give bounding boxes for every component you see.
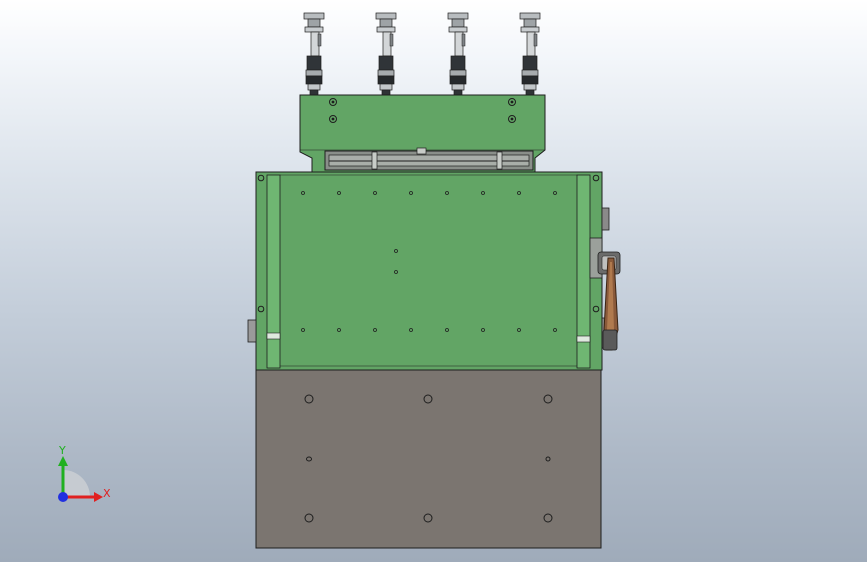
- y-axis-label: Y: [58, 444, 66, 457]
- main-frame: [247, 171, 610, 371]
- valve-assembly: [447, 12, 469, 96]
- x-axis-label: X: [103, 487, 111, 500]
- cad-model-view[interactable]: Y X: [0, 0, 867, 562]
- valve-assembly: [375, 12, 397, 96]
- triad-plane-icon: [63, 470, 90, 497]
- y-arrow-icon: [58, 456, 68, 466]
- 3d-viewport[interactable]: Y X: [0, 0, 867, 562]
- x-arrow-icon: [94, 492, 103, 502]
- top-plate: [299, 94, 546, 173]
- valve-assembly: [519, 12, 541, 96]
- valve-assembly: [303, 12, 325, 96]
- z-axis-dot-icon: [58, 492, 68, 502]
- valve-assemblies: [303, 12, 541, 96]
- coordinate-triad: Y X: [58, 444, 111, 502]
- base-block: [255, 369, 602, 549]
